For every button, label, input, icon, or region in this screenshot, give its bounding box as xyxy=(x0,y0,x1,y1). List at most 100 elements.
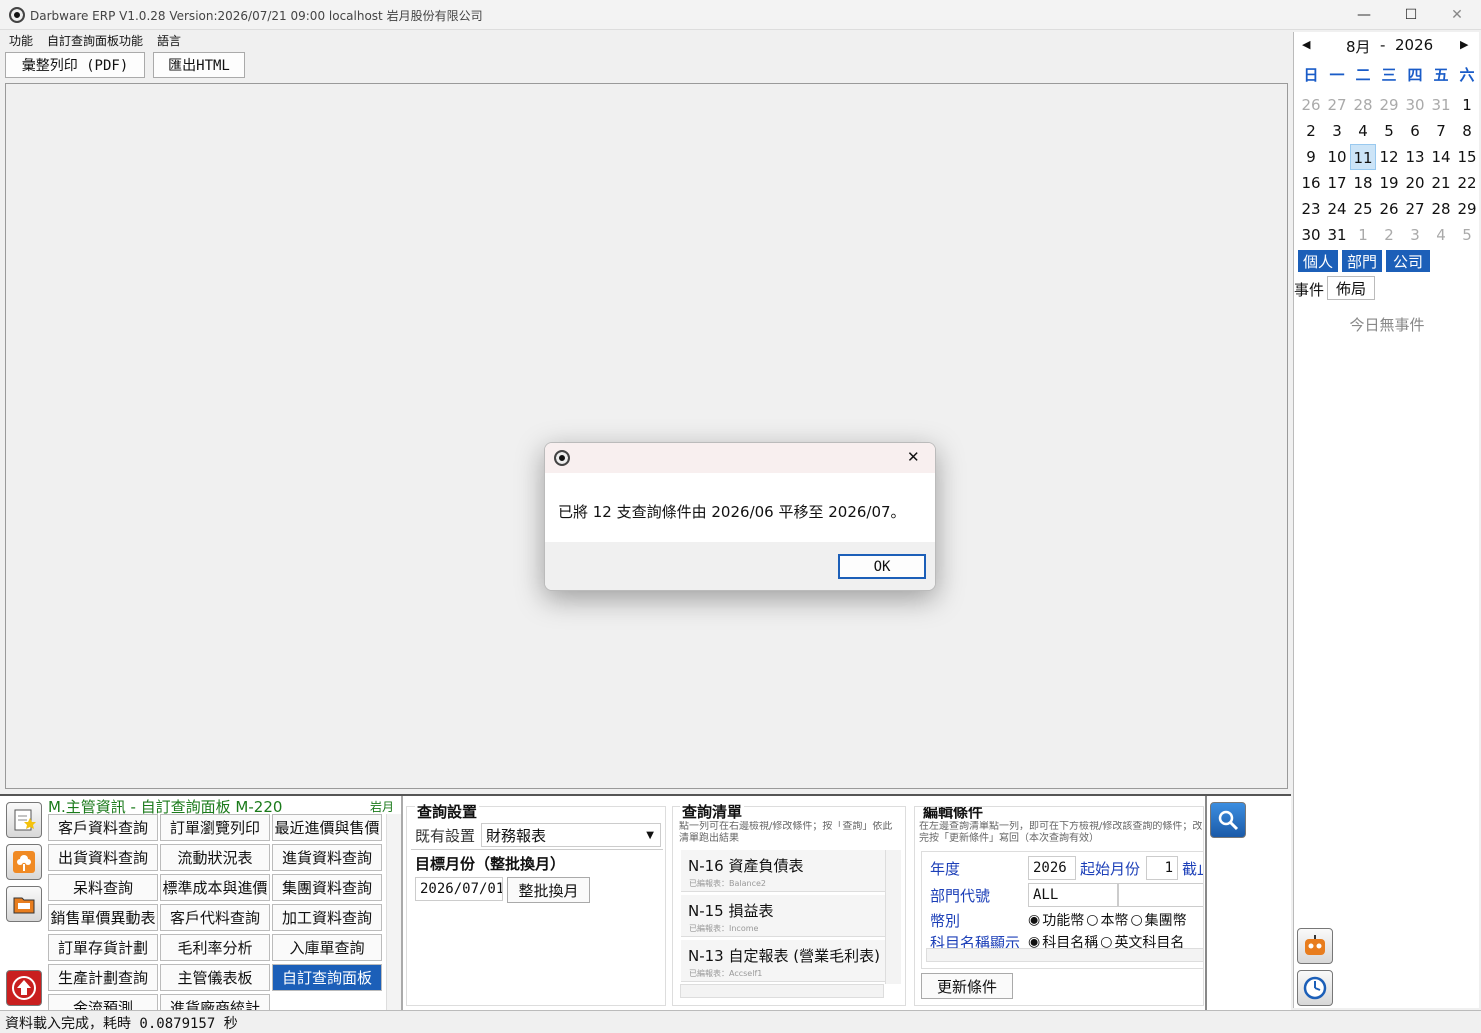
calendar-day[interactable]: 29 xyxy=(1454,196,1480,222)
calendar-day[interactable]: 17 xyxy=(1324,170,1350,196)
calendar-day[interactable]: 1 xyxy=(1454,92,1480,118)
dept-name-input[interactable] xyxy=(1118,883,1203,907)
query-list-hscrollbar[interactable] xyxy=(680,984,884,998)
calendar-day[interactable]: 18 xyxy=(1350,170,1376,196)
module-button[interactable]: 銷售單價異動表 xyxy=(48,904,158,931)
calendar-day[interactable]: 27 xyxy=(1324,92,1350,118)
module-button[interactable]: 加工資料查詢 xyxy=(272,904,382,931)
calendar-day[interactable]: 7 xyxy=(1428,118,1454,144)
calendar-day[interactable]: 19 xyxy=(1376,170,1402,196)
module-button[interactable]: 流動狀況表 xyxy=(160,844,270,871)
year-input[interactable]: 2026 xyxy=(1028,856,1076,880)
menu-custom-query-panel[interactable]: 自訂查詢面板功能 xyxy=(47,32,143,49)
query-list-item[interactable]: N-16 資產負債表 已編報表：Balance2 xyxy=(681,850,885,892)
calendar-day[interactable]: 12 xyxy=(1376,144,1402,170)
calendar-day[interactable]: 21 xyxy=(1428,170,1454,196)
calendar-day[interactable]: 4 xyxy=(1350,118,1376,144)
calendar-day[interactable]: 15 xyxy=(1454,144,1480,170)
prev-month-icon[interactable]: ◀ xyxy=(1302,38,1310,51)
calendar-day[interactable]: 24 xyxy=(1324,196,1350,222)
module-button[interactable]: 訂單瀏覽列印 xyxy=(160,814,270,841)
tab-company[interactable]: 公司 xyxy=(1386,250,1430,272)
calendar-day[interactable]: 28 xyxy=(1350,92,1376,118)
tab-personal[interactable]: 個人 xyxy=(1298,250,1338,272)
module-button[interactable]: 訂單存貨計劃 xyxy=(48,934,158,961)
calendar-day[interactable]: 30 xyxy=(1402,92,1428,118)
calendar-day[interactable]: 5 xyxy=(1376,118,1402,144)
query-list-item[interactable]: N-15 損益表 已編報表：Income xyxy=(681,895,885,937)
calendar-day[interactable]: 16 xyxy=(1298,170,1324,196)
calendar-day[interactable]: 31 xyxy=(1324,222,1350,248)
calendar-day[interactable]: 27 xyxy=(1402,196,1428,222)
calendar-day[interactable]: 25 xyxy=(1350,196,1376,222)
ai-folder-icon[interactable] xyxy=(6,886,42,922)
calendar-day[interactable]: 29 xyxy=(1376,92,1402,118)
calendar-day[interactable]: 22 xyxy=(1454,170,1480,196)
query-list-scrollbar[interactable] xyxy=(885,850,901,984)
favorites-icon[interactable] xyxy=(6,802,42,838)
module-button[interactable]: 客戶資料查詢 xyxy=(48,814,158,841)
calendar-day[interactable]: 20 xyxy=(1402,170,1428,196)
print-pdf-button[interactable]: 彙整列印 (PDF) xyxy=(5,52,145,78)
calendar-day[interactable]: 11 xyxy=(1350,144,1376,170)
batch-change-month-button[interactable]: 整批換月 xyxy=(507,877,590,903)
next-month-icon[interactable]: ▶ xyxy=(1460,38,1468,51)
module-button[interactable]: 出貨資料查詢 xyxy=(48,844,158,871)
calendar-day[interactable]: 3 xyxy=(1324,118,1350,144)
calendar-day[interactable]: 1 xyxy=(1350,222,1376,248)
calendar-day[interactable]: 28 xyxy=(1428,196,1454,222)
module-grid-scrollbar[interactable] xyxy=(386,814,402,1010)
calendar-day[interactable]: 8 xyxy=(1454,118,1480,144)
flower-icon[interactable] xyxy=(6,844,42,880)
calendar-day[interactable]: 2 xyxy=(1298,118,1324,144)
calendar-day[interactable]: 10 xyxy=(1324,144,1350,170)
search-icon[interactable] xyxy=(1210,802,1246,838)
radio-selected-icon[interactable]: ◉ xyxy=(1028,912,1040,928)
calendar-day[interactable]: 23 xyxy=(1298,196,1324,222)
module-button[interactable]: 進貨廠商統計 xyxy=(160,994,270,1010)
tab-department[interactable]: 部門 xyxy=(1342,250,1382,272)
calendar-year[interactable]: 2026 xyxy=(1395,36,1433,54)
calendar-day[interactable]: 2 xyxy=(1376,222,1402,248)
calendar-day[interactable]: 4 xyxy=(1428,222,1454,248)
module-button[interactable]: 集團資料查詢 xyxy=(272,874,382,901)
calendar-day[interactable]: 14 xyxy=(1428,144,1454,170)
dialog-close-icon[interactable]: ✕ xyxy=(907,448,920,466)
calendar-month[interactable]: 8月 xyxy=(1346,36,1371,57)
module-button[interactable]: 入庫單查詢 xyxy=(272,934,382,961)
conditions-hscrollbar[interactable] xyxy=(926,948,1203,962)
export-html-button[interactable]: 匯出HTML xyxy=(153,52,245,78)
module-button[interactable]: 生產計劃查詢 xyxy=(48,964,158,991)
radio-icon[interactable]: ○ xyxy=(1086,912,1098,928)
update-conditions-button[interactable]: 更新條件 xyxy=(921,973,1013,999)
menu-function[interactable]: 功能 xyxy=(9,32,33,49)
minimize-button[interactable]: — xyxy=(1341,0,1387,30)
dept-input[interactable]: ALL xyxy=(1028,883,1118,907)
calendar-day[interactable]: 9 xyxy=(1298,144,1324,170)
module-button[interactable]: 自訂查詢面板 xyxy=(272,964,382,991)
module-button[interactable]: 呆料查詢 xyxy=(48,874,158,901)
robot-icon[interactable] xyxy=(1297,928,1333,964)
upload-arrow-icon[interactable] xyxy=(6,970,42,1006)
calendar-day[interactable]: 13 xyxy=(1402,144,1428,170)
clock-icon[interactable] xyxy=(1297,970,1333,1006)
maximize-button[interactable]: ☐ xyxy=(1388,0,1434,30)
calendar-day[interactable]: 30 xyxy=(1298,222,1324,248)
start-month-input[interactable]: 1 xyxy=(1146,856,1178,880)
query-list-item[interactable]: N-13 自定報表 (營業毛利表) 已編報表：Accself1 xyxy=(681,940,885,982)
ok-button[interactable]: OK xyxy=(838,554,926,579)
calendar-day[interactable]: 5 xyxy=(1454,222,1480,248)
module-button[interactable]: 客戶代料查詢 xyxy=(160,904,270,931)
close-window-button[interactable]: ✕ xyxy=(1434,0,1480,30)
target-month-input[interactable]: 2026/07/01 xyxy=(415,877,503,901)
module-button[interactable]: 金流預測 xyxy=(48,994,158,1010)
layout-button[interactable]: 佈局 xyxy=(1327,276,1375,300)
calendar-day[interactable]: 6 xyxy=(1402,118,1428,144)
radio-icon[interactable]: ○ xyxy=(1130,912,1142,928)
module-button[interactable]: 主管儀表板 xyxy=(160,964,270,991)
calendar-day[interactable]: 26 xyxy=(1376,196,1402,222)
calendar-day[interactable]: 31 xyxy=(1428,92,1454,118)
module-button[interactable]: 毛利率分析 xyxy=(160,934,270,961)
existing-settings-select[interactable]: 財務報表 ▼ xyxy=(481,823,661,847)
module-button[interactable]: 進貨資料查詢 xyxy=(272,844,382,871)
